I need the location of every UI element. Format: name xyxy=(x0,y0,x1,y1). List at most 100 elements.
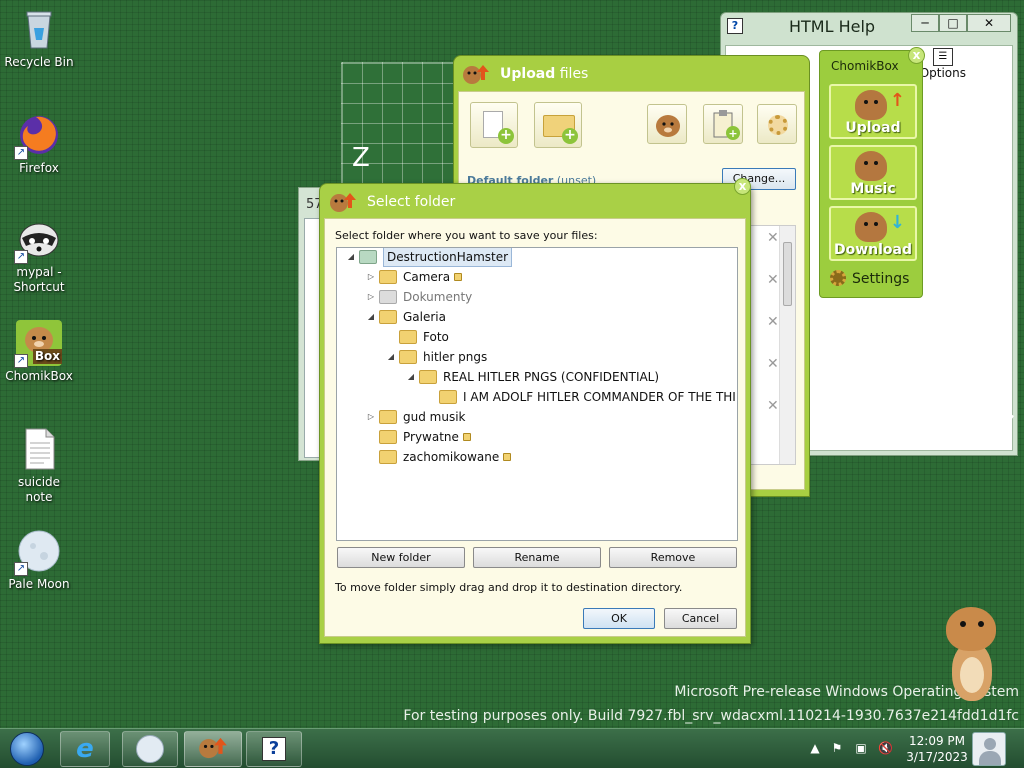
desktop-icon-pale-moon[interactable]: ↗ Pale Moon xyxy=(4,528,74,592)
help-title-bar[interactable]: ? HTML Help ─ □ ✕ xyxy=(721,13,1017,41)
chomikbox-panel[interactable]: ChomikBox x ↑ Upload Music ↓ Download Se… xyxy=(819,47,925,298)
text-file-icon xyxy=(16,426,62,472)
desktop-icon-label: ChomikBox xyxy=(5,369,73,383)
taskbar-html-help[interactable]: ? xyxy=(246,731,302,767)
expand-arrow-icon[interactable]: ▷ xyxy=(365,288,377,306)
folder-icon xyxy=(359,250,377,264)
scrollbar-thumb[interactable] xyxy=(783,242,792,306)
hamster-mascot-icon[interactable] xyxy=(940,605,1002,705)
desktop-icon-mypal[interactable]: ↗ mypal - Shortcut xyxy=(4,216,74,295)
remove-row-icon[interactable]: ✕ xyxy=(767,356,779,372)
chomikbox-panel-title: ChomikBox xyxy=(831,59,899,73)
collapse-arrow-icon[interactable]: ◢ xyxy=(405,368,417,386)
desktop-icon-label: Firefox xyxy=(19,161,59,175)
minimize-button[interactable]: ─ xyxy=(911,14,939,32)
collapse-arrow-icon[interactable]: ◢ xyxy=(365,308,377,326)
cancel-button[interactable]: Cancel xyxy=(664,608,737,629)
desktop-icon-chomikbox[interactable]: Box ↗ ChomikBox xyxy=(4,320,74,384)
select-folder-dialog[interactable]: Select folder x Select folder where you … xyxy=(319,178,751,644)
upload-title-bold: Upload xyxy=(500,66,556,82)
rename-button[interactable]: Rename xyxy=(473,547,601,568)
expand-arrow-icon[interactable]: ▷ xyxy=(365,408,377,426)
windows-orb-icon xyxy=(10,732,44,766)
desktop-icon-recycle-bin[interactable]: Recycle Bin xyxy=(4,6,74,70)
file-list-scrollbar[interactable] xyxy=(779,226,795,464)
volume-muted-icon[interactable]: 🔇 xyxy=(878,741,893,755)
remove-button[interactable]: Remove xyxy=(609,547,737,568)
folder-icon xyxy=(419,370,437,384)
add-files-button[interactable]: + xyxy=(470,102,518,148)
folder-tree-item-label: REAL HITLER PNGS (CONFIDENTIAL) xyxy=(443,368,659,386)
close-button[interactable]: ✕ xyxy=(967,14,1011,32)
folder-tree-item-label: DestructionHamster xyxy=(383,248,513,267)
collapse-arrow-icon[interactable]: ◢ xyxy=(385,348,397,366)
mascot-head xyxy=(946,607,996,651)
svg-text:+: + xyxy=(728,127,737,140)
pale-moon-icon: ↗ xyxy=(14,528,62,576)
folder-icon xyxy=(379,270,397,284)
folder-tree-item-label: hitler pngs xyxy=(423,348,487,366)
ok-button[interactable]: OK xyxy=(583,608,655,629)
action-center-flag-icon[interactable]: ⚑ xyxy=(830,741,844,755)
download-arrow-icon: ↓ xyxy=(889,212,905,233)
remove-row-icon[interactable]: ✕ xyxy=(767,314,779,330)
recycle-bin-icon xyxy=(16,6,62,52)
folder-tree-item-label: Camera xyxy=(403,268,463,286)
options-button[interactable]: ☰ Options xyxy=(920,48,966,80)
desktop-icon-firefox[interactable]: ↗ Firefox xyxy=(4,112,74,176)
folder-tree-item-label: Dokumenty xyxy=(403,288,472,306)
network-icon[interactable]: ▣ xyxy=(854,741,868,755)
expand-arrow-icon[interactable]: ▷ xyxy=(365,268,377,286)
show-hidden-icons-icon[interactable]: ▲ xyxy=(808,741,822,755)
taskbar-chomikbox[interactable] xyxy=(184,731,242,767)
chomik-account-button[interactable] xyxy=(647,104,687,144)
shortcut-arrow-icon: ↗ xyxy=(14,562,28,576)
music-button[interactable]: Music xyxy=(829,145,917,200)
shortcut-arrow-icon: ↗ xyxy=(14,354,28,368)
start-button[interactable] xyxy=(4,730,50,768)
folder-name: zachomikowane xyxy=(403,450,500,464)
grid-letter: Z xyxy=(352,143,370,173)
chomikbox-panel-close-button[interactable]: x xyxy=(908,47,925,64)
folder-icon xyxy=(379,290,397,304)
user-avatar-icon[interactable] xyxy=(972,732,1006,766)
folder-tree-item-label: gud musik xyxy=(403,408,465,426)
upload-button[interactable]: ↑ Upload xyxy=(829,84,917,139)
mascot-eye xyxy=(978,621,984,627)
maximize-button[interactable]: □ xyxy=(939,14,967,32)
options-label: Options xyxy=(919,66,966,80)
upload-settings-button[interactable] xyxy=(757,104,797,144)
desktop-icon-label: suicide note xyxy=(17,475,61,504)
internet-explorer-icon: e xyxy=(76,734,94,764)
download-button[interactable]: ↓ Download xyxy=(829,206,917,261)
taskbar-clock[interactable]: 12:09 PM 3/17/2023 xyxy=(906,733,968,765)
options-icon: ☰ xyxy=(932,48,953,66)
folder-name: REAL HITLER PNGS (CONFIDENTIAL) xyxy=(443,370,660,384)
avatar-head xyxy=(984,738,996,750)
taskbar-pale-moon[interactable] xyxy=(122,731,178,767)
desktop-icon-suicide-note[interactable]: suicide note xyxy=(4,426,74,505)
desktop-icon-label: Recycle Bin xyxy=(4,55,74,69)
upload-title-rest: files xyxy=(555,66,589,82)
folder-name: Camera xyxy=(403,270,451,284)
folder-tree-item-label: Prywatne xyxy=(403,428,471,446)
paste-button[interactable]: + xyxy=(703,104,743,144)
new-folder-button[interactable]: New folder xyxy=(337,547,465,568)
mascot-belly xyxy=(960,657,984,693)
upload-arrow-icon: ↑ xyxy=(889,90,905,111)
lock-icon xyxy=(503,453,512,461)
remove-row-icon[interactable]: ✕ xyxy=(767,230,779,246)
folder-tree[interactable]: ◢ DestructionHamster ▷ Camera ▷ Dokumenty ◢ Gal… xyxy=(336,247,738,541)
hamster-icon xyxy=(855,90,887,120)
firefox-icon: ↗ xyxy=(14,112,62,160)
music-button-label: Music xyxy=(850,181,896,197)
remove-row-icon[interactable]: ✕ xyxy=(767,398,779,414)
remove-row-icon[interactable]: ✕ xyxy=(767,272,779,288)
folder-icon xyxy=(379,310,397,324)
collapse-arrow-icon[interactable]: ◢ xyxy=(345,248,357,266)
add-folder-button[interactable]: + xyxy=(534,102,582,148)
select-folder-close-button[interactable]: x xyxy=(734,178,751,195)
chomikbox-badge: Box xyxy=(32,349,62,364)
taskbar-internet-explorer[interactable]: e xyxy=(60,731,110,767)
settings-button[interactable]: Settings xyxy=(830,270,909,287)
